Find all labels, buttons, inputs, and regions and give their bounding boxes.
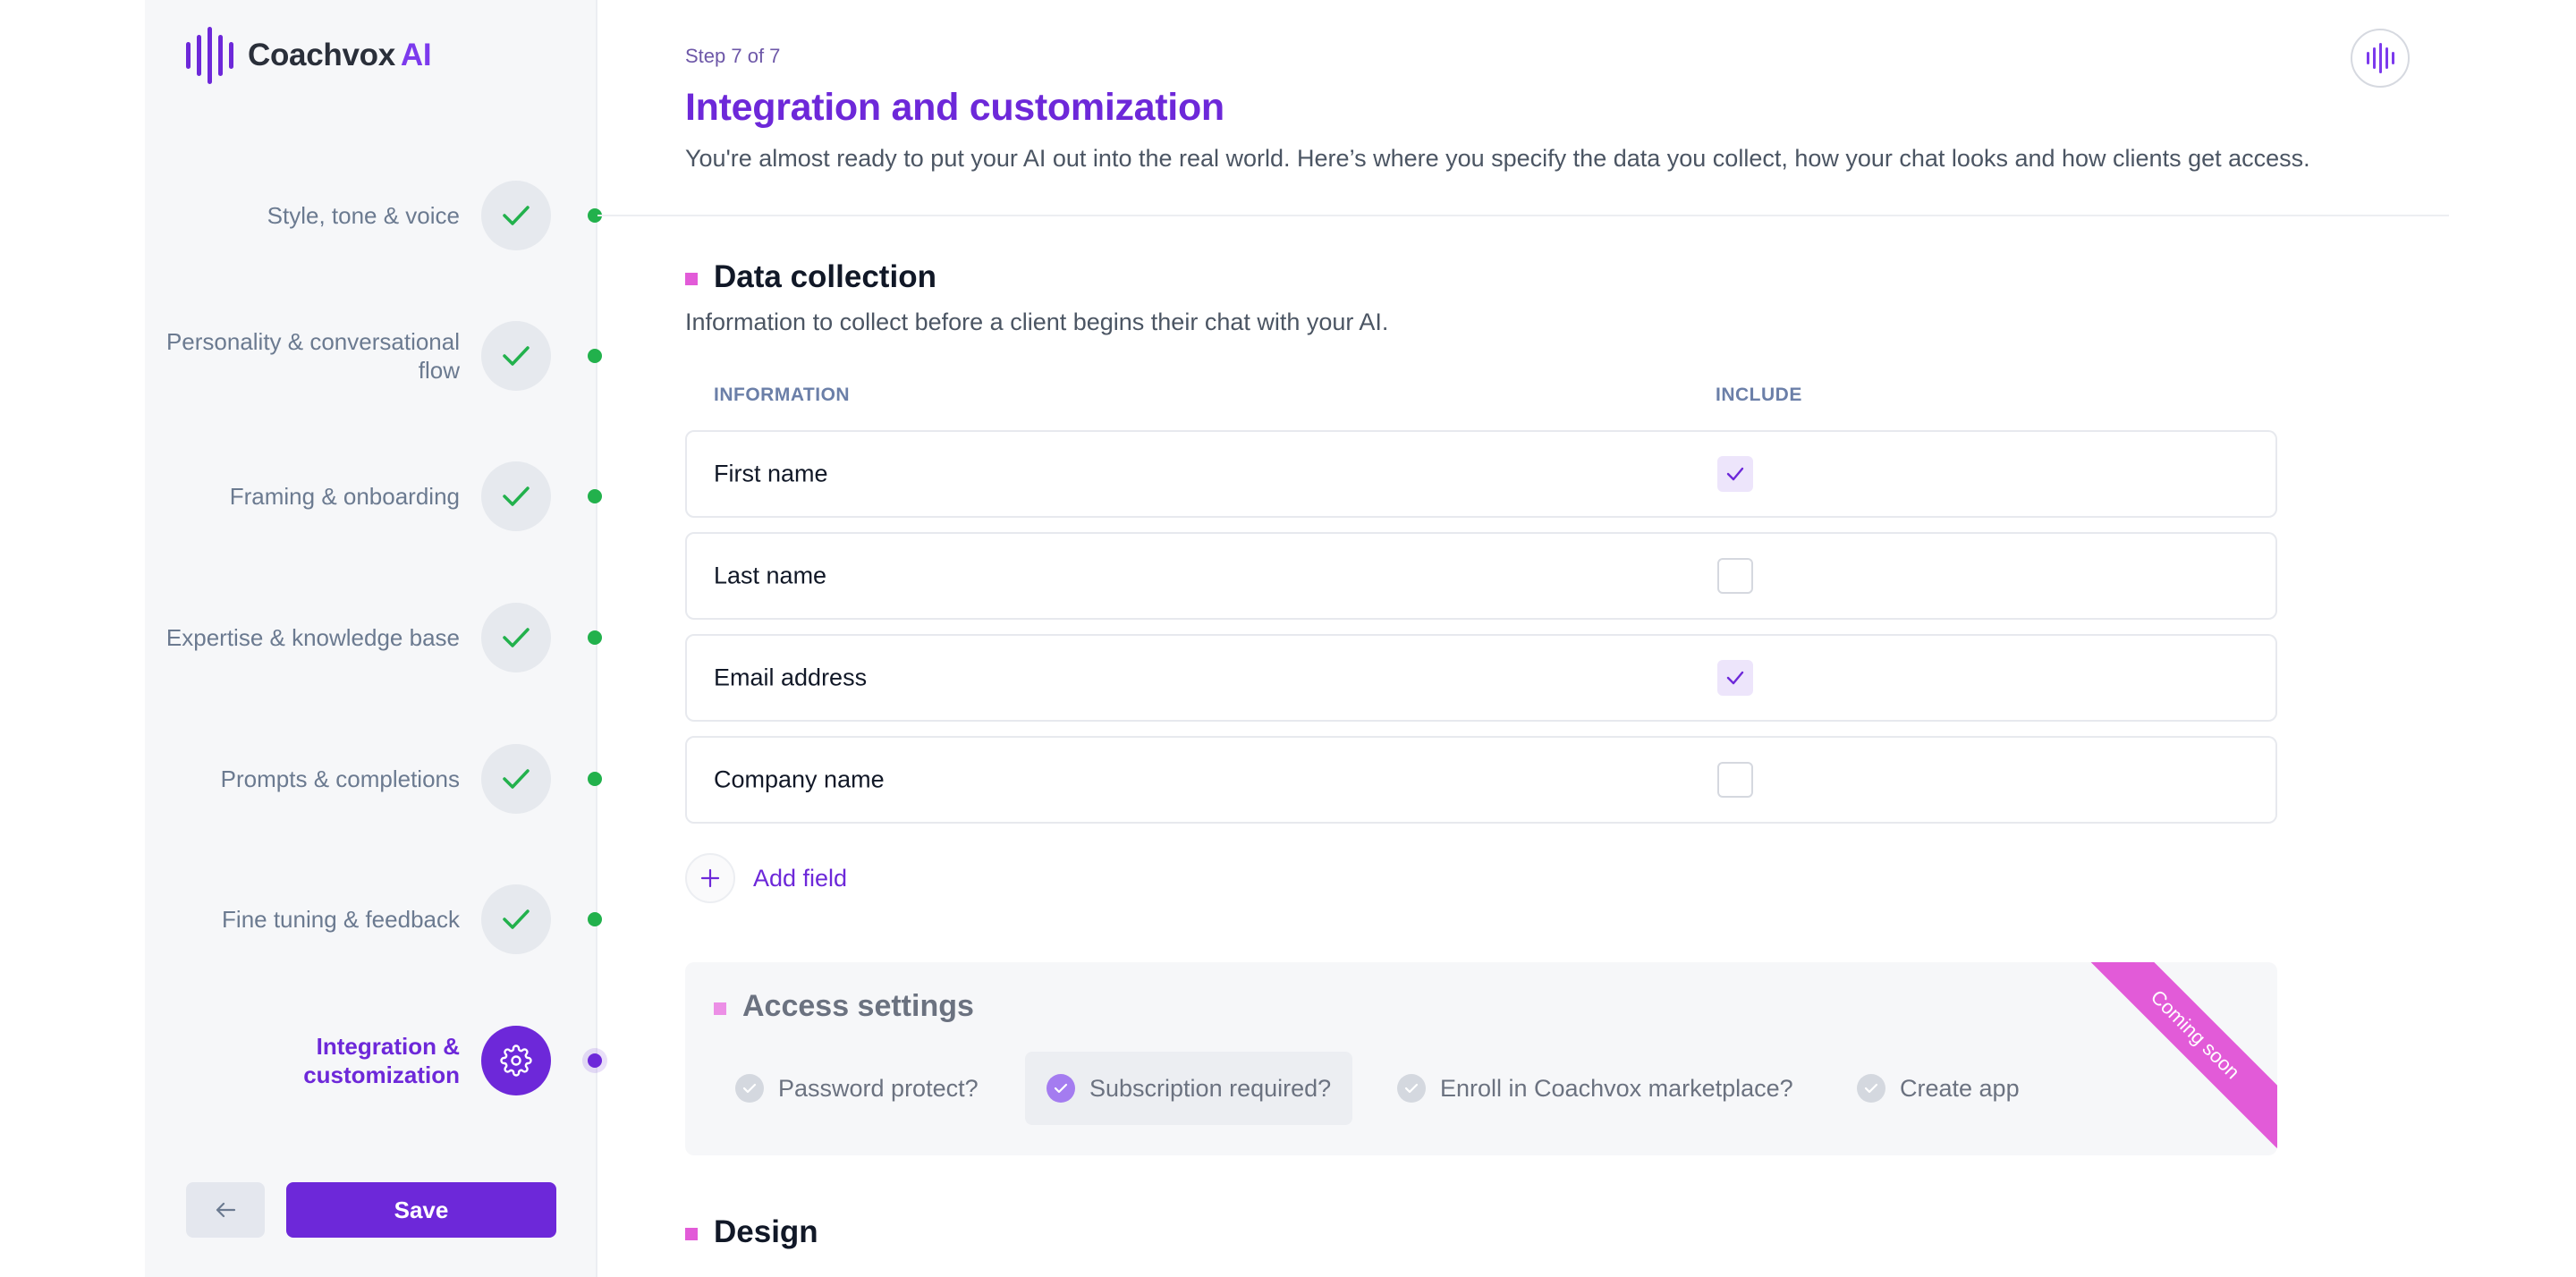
data-field-row: Last name <box>685 532 2277 620</box>
step-status-circle <box>481 744 551 814</box>
sidebar-step-framing[interactable]: Framing & onboarding <box>145 456 602 537</box>
option-password-protect[interactable]: Password protect? <box>714 1052 1000 1125</box>
main-content: Step 7 of 7 Integration and customizatio… <box>597 0 2576 1277</box>
field-label: First name <box>714 460 828 487</box>
check-icon <box>503 769 530 789</box>
include-checkbox[interactable] <box>1717 762 1753 798</box>
check-icon <box>503 346 530 366</box>
data-field-row: Company name <box>685 736 2277 824</box>
data-field-row: Email address <box>685 634 2277 722</box>
logo-waveform-icon <box>186 27 233 84</box>
add-field-button[interactable]: Add field <box>685 853 847 903</box>
page-subtitle: You're almost ready to put your AI out i… <box>685 145 2310 172</box>
check-icon <box>503 628 530 647</box>
coming-soon-badge: Coming soon <box>2078 962 2277 1152</box>
option-label: Create app <box>1900 1074 2020 1102</box>
field-label: Last name <box>714 562 827 589</box>
field-label: Company name <box>714 765 885 793</box>
plus-icon <box>685 853 735 903</box>
brand-name: Coachvox <box>248 38 395 72</box>
option-create-app[interactable]: Create app <box>1835 1052 2041 1125</box>
section-marker <box>685 1228 698 1240</box>
data-collection-description: Information to collect before a client b… <box>685 309 1389 335</box>
check-circle-icon <box>1046 1074 1075 1103</box>
step-status-circle <box>481 884 551 954</box>
check-icon <box>503 909 530 929</box>
option-label: Password protect? <box>778 1074 979 1102</box>
option-subscription-required[interactable]: Subscription required? <box>1025 1052 1353 1125</box>
step-label: Prompts & completions <box>220 765 460 792</box>
step-label: Style, tone & voice <box>267 202 460 229</box>
sidebar-step-expertise[interactable]: Expertise & knowledge base <box>145 597 602 678</box>
column-header-include: INCLUDE <box>1716 385 1802 405</box>
step-label: Fine tuning & feedback <box>222 906 460 933</box>
sidebar-step-integration[interactable]: Integration & customization <box>145 1020 602 1101</box>
option-enroll-marketplace[interactable]: Enroll in Coachvox marketplace? <box>1376 1052 1815 1125</box>
step-label: Personality & conversational flow <box>165 328 460 384</box>
include-checkbox[interactable] <box>1717 660 1753 696</box>
step-label: Integration & customization <box>303 1033 460 1088</box>
sidebar-step-prompts[interactable]: Prompts & completions <box>145 739 602 819</box>
step-status-circle <box>481 1026 551 1095</box>
data-field-row: First name <box>685 430 2277 518</box>
sidebar: Coachvox AI Style, tone & voice Personali… <box>145 0 602 1277</box>
step-status-circle <box>481 461 551 531</box>
header-divider <box>597 215 2449 216</box>
step-status-circle <box>481 603 551 672</box>
field-label: Email address <box>714 664 868 691</box>
step-label: Framing & onboarding <box>229 483 460 510</box>
step-status-circle <box>481 181 551 250</box>
design-title: Design <box>714 1214 818 1249</box>
brand-suffix: AI <box>400 38 432 72</box>
sidebar-step-personality[interactable]: Personality & conversational flow <box>145 316 602 396</box>
option-label: Enroll in Coachvox marketplace? <box>1440 1074 1793 1102</box>
step-label: Expertise & knowledge base <box>165 624 460 651</box>
page-title: Integration and customization <box>685 86 1224 129</box>
arrow-left-icon <box>216 1202 236 1218</box>
section-marker <box>685 273 698 285</box>
logo[interactable]: Coachvox AI <box>186 27 432 84</box>
step-indicator: Step 7 of 7 <box>685 45 781 67</box>
include-checkbox[interactable] <box>1717 558 1753 594</box>
check-circle-icon <box>1397 1074 1426 1103</box>
add-field-label: Add field <box>753 864 848 892</box>
logo-text: Coachvox AI <box>248 38 432 73</box>
check-icon <box>503 206 530 225</box>
access-settings-card: Coming soon Access settings Password pro… <box>685 962 2277 1155</box>
sidebar-step-fine-tuning[interactable]: Fine tuning & feedback <box>145 879 602 960</box>
check-icon <box>1726 467 1744 481</box>
section-marker <box>714 1002 726 1015</box>
option-label: Subscription required? <box>1089 1074 1332 1102</box>
sidebar-step-style[interactable]: Style, tone & voice <box>145 175 602 256</box>
check-circle-icon <box>1857 1074 1885 1103</box>
check-icon <box>503 486 530 506</box>
step-status-circle <box>481 321 551 391</box>
column-header-information: INFORMATION <box>714 385 851 405</box>
avatar[interactable] <box>2351 29 2410 88</box>
save-button[interactable]: Save <box>286 1182 556 1238</box>
include-checkbox[interactable] <box>1717 456 1753 492</box>
data-collection-title: Data collection <box>714 259 936 294</box>
check-circle-icon <box>735 1074 764 1103</box>
back-button[interactable] <box>186 1182 265 1238</box>
gear-icon <box>500 1044 532 1077</box>
access-settings-title: Access settings <box>742 989 974 1023</box>
check-icon <box>1726 671 1744 685</box>
